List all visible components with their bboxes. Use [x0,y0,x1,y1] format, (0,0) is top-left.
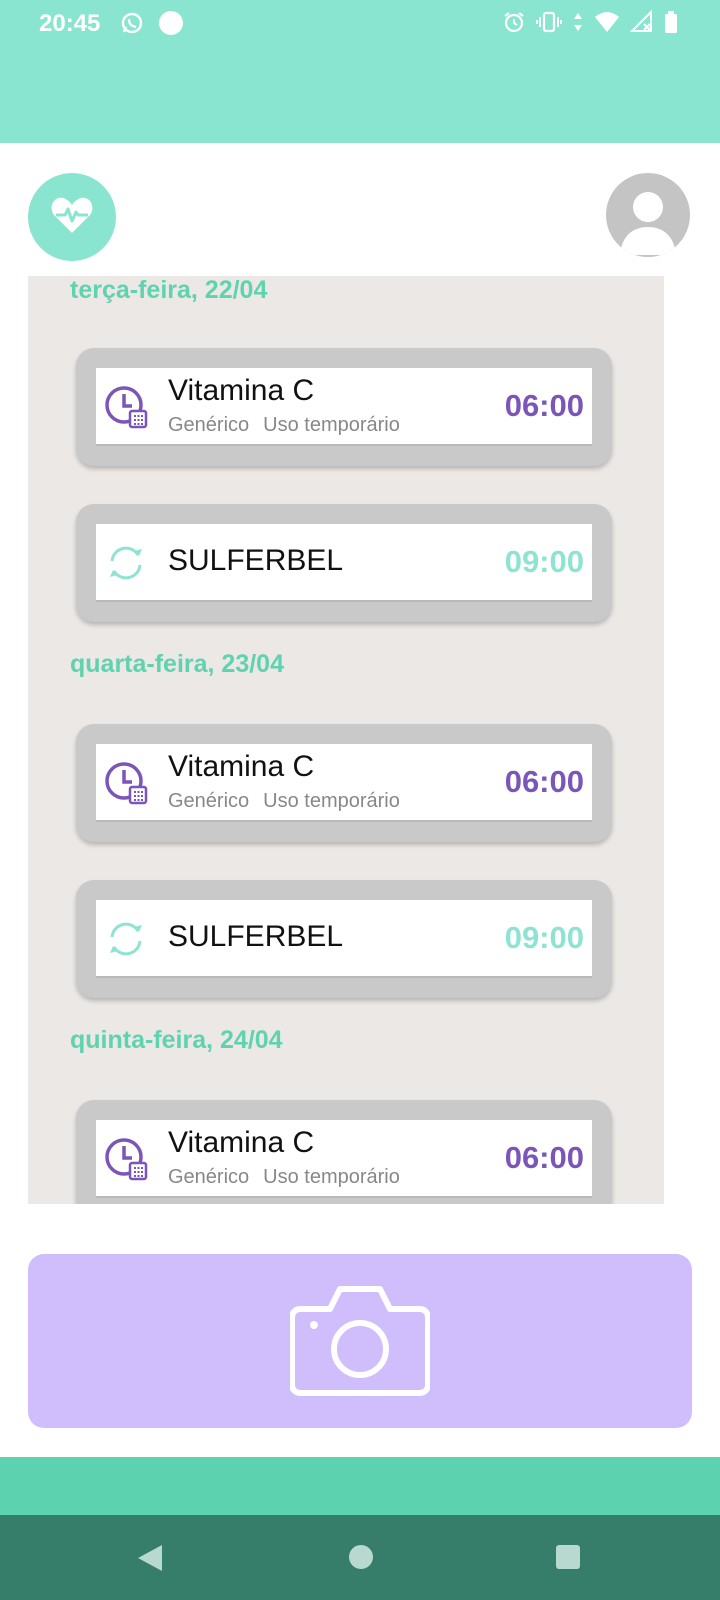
status-right-icons [502,10,678,34]
battery-icon [664,10,678,34]
avatar[interactable] [606,173,690,257]
medication-meta: Genérico Uso temporário [168,790,400,813]
camera-icon [289,1281,431,1402]
medication-card-body[interactable]: Vitamina C Genérico Uso temporário 06:00 [96,1120,592,1196]
medication-usage: Uso temporário [263,1166,400,1188]
recurring-arrows-icon [104,541,148,585]
medication-time: 06:00 [504,388,584,423]
medication-card-body[interactable]: Vitamina C Genérico Uso temporário 06:00 [96,368,592,444]
day-header: quinta-feira, 24/04 [70,1026,283,1054]
navigation-bar [0,1515,720,1600]
clock-calendar-icon [104,1137,148,1181]
heart-pulse-icon [50,195,94,240]
medication-brand: Genérico [168,414,250,436]
medication-card[interactable]: Vitamina C Genérico Uso temporário 06:00 [76,1100,612,1204]
medication-card[interactable]: Vitamina C Genérico Uso temporário 06:00 [76,348,612,466]
medication-meta: Genérico Uso temporário [168,414,400,437]
clock-calendar-icon [104,385,148,429]
medication-time: 06:00 [504,764,584,799]
medication-brand: Genérico [168,790,250,812]
status-bar: 20:45 [0,0,720,143]
home-icon[interactable] [347,1543,375,1576]
data-arrows-icon [572,10,584,34]
status-time: 20:45 [39,10,101,37]
medication-usage: Uso temporário [263,790,400,812]
medication-name: Vitamina C [168,750,315,783]
vibrate-icon [536,10,562,34]
whatsapp-icon [120,11,144,35]
medication-card[interactable]: SULFERBEL 09:00 [76,880,612,998]
medication-meta: Genérico Uso temporário [168,1166,400,1189]
wifi-icon [594,11,620,33]
medication-card[interactable]: SULFERBEL 09:00 [76,504,612,622]
recents-icon[interactable] [554,1543,582,1576]
bottom-strip [0,1457,720,1515]
day-header: quarta-feira, 23/04 [70,650,284,678]
medication-time: 09:00 [504,544,584,579]
medication-time: 06:00 [504,1140,584,1175]
day-header: terça-feira, 22/04 [70,276,268,304]
medication-name: SULFERBEL [168,544,344,577]
medication-name: Vitamina C [168,374,315,407]
medication-card[interactable]: Vitamina C Genérico Uso temporário 06:00 [76,724,612,842]
medication-time: 09:00 [504,920,584,955]
status-left-icons [120,10,184,36]
medication-name: SULFERBEL [168,920,344,953]
camera-button[interactable] [28,1254,692,1428]
medication-brand: Genérico [168,1166,250,1188]
app-logo[interactable] [28,173,116,261]
alarm-icon [502,10,526,34]
header-row [0,143,720,278]
medication-card-body[interactable]: SULFERBEL 09:00 [96,524,592,600]
circle-notification-icon [158,10,184,36]
medication-card-body[interactable]: Vitamina C Genérico Uso temporário 06:00 [96,744,592,820]
medication-card-body[interactable]: SULFERBEL 09:00 [96,900,592,976]
recurring-arrows-icon [104,917,148,961]
medication-usage: Uso temporário [263,414,400,436]
medication-name: Vitamina C [168,1126,315,1159]
medication-schedule[interactable]: terça-feira, 22/04 Vitamina C Genérico Us… [28,276,664,1204]
clock-calendar-icon [104,761,148,805]
person-avatar-icon [606,192,690,257]
no-signal-icon [630,10,654,34]
back-icon[interactable] [136,1543,164,1578]
